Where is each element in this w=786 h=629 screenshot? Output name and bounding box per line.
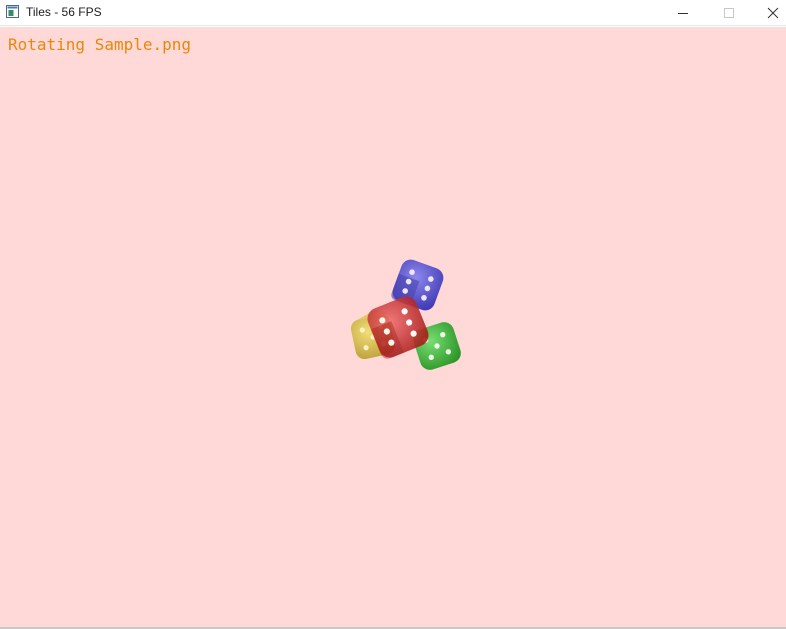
dice-scene: [350, 259, 461, 370]
window-app-icon: [6, 5, 19, 18]
minimize-button[interactable]: [660, 0, 706, 25]
window-title: Tiles - 56 FPS: [26, 5, 102, 19]
render-canvas[interactable]: Rotating Sample.png: [0, 27, 786, 627]
close-icon: [767, 7, 779, 18]
maximize-icon: [724, 7, 734, 18]
minimize-icon: [678, 12, 688, 14]
app-window: Tiles - 56 FPS Rotating Sample.png: [0, 0, 786, 629]
close-button[interactable]: [750, 0, 786, 25]
title-bar[interactable]: Tiles - 56 FPS: [0, 0, 786, 26]
maximize-button[interactable]: [706, 0, 752, 25]
